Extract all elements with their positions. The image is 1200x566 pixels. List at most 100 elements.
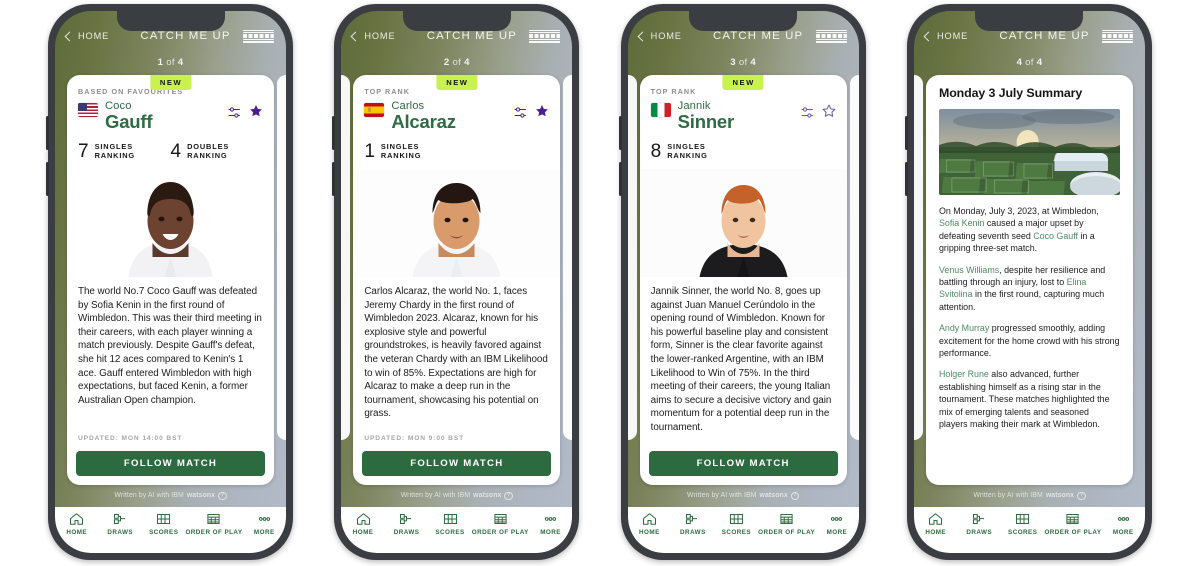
next-card-peek[interactable] bbox=[563, 75, 573, 440]
watsonx-credit: Written by AI with IBM watsonx ? bbox=[55, 485, 286, 508]
tab-more[interactable]: MORE bbox=[243, 512, 286, 536]
card-carousel-2[interactable]: NEW TOP RANK Carlos Alcaraz 1 SINGLES RA… bbox=[341, 75, 573, 485]
player-card-gauff[interactable]: NEW BASED ON FAVOURITES Coco Gauff 7 SIN… bbox=[67, 75, 274, 485]
pager-current: 4 bbox=[1016, 57, 1023, 68]
tab-order-of-play[interactable]: ORDER OF PLAY bbox=[185, 512, 242, 536]
summary-card[interactable]: Monday 3 July Summary On Monday, July 3,… bbox=[925, 75, 1133, 485]
player-link-coco-gauff[interactable]: Coco Gauff bbox=[1033, 231, 1078, 241]
next-card-peek[interactable] bbox=[849, 75, 859, 440]
tab-draws[interactable]: DRAWS bbox=[671, 512, 714, 536]
tab-home[interactable]: HOME bbox=[55, 512, 98, 536]
pager-2: 2 of 4 bbox=[341, 51, 572, 75]
credit-prefix: Written by AI with IBM bbox=[973, 492, 1043, 500]
star-outline-icon[interactable] bbox=[822, 104, 836, 123]
tab-label: MORE bbox=[540, 529, 561, 536]
pager-4: 4 of 4 bbox=[914, 51, 1145, 75]
sliders-icon[interactable] bbox=[801, 105, 814, 123]
back-button[interactable]: HOME bbox=[923, 31, 987, 41]
tab-label: SCORES bbox=[435, 529, 465, 536]
tab-label: ORDER OF PLAY bbox=[1044, 529, 1102, 536]
wimbledon-grounds-image bbox=[938, 109, 1120, 195]
ranking-singles: 7 SINGLES RANKING bbox=[78, 142, 171, 161]
tab-more[interactable]: MORE bbox=[1102, 512, 1145, 536]
help-icon[interactable]: ? bbox=[790, 491, 800, 500]
star-filled-icon[interactable] bbox=[535, 104, 549, 123]
player-last-name: Sinner bbox=[677, 111, 735, 133]
tab-order-of-play[interactable]: ORDER OF PLAY bbox=[758, 512, 815, 536]
tab-label: MORE bbox=[253, 529, 275, 536]
follow-match-button[interactable]: FOLLOW MATCH bbox=[648, 450, 838, 476]
pager-current: 1 bbox=[157, 57, 164, 68]
ranking-singles: 8 SINGLES RANKING bbox=[651, 142, 836, 161]
phone-2: HOME CATCH ME UP 2 of 4 NEW TOP RANK Car… bbox=[332, 4, 580, 560]
text-run: On Monday, July 3, 2023, at Wimbledon, bbox=[938, 206, 1099, 216]
follow-match-button[interactable]: FOLLOW MATCH bbox=[362, 450, 552, 476]
player-name: Coco Gauff bbox=[105, 100, 153, 132]
flag-es-icon bbox=[364, 103, 385, 117]
tab-more[interactable]: MORE bbox=[529, 512, 572, 536]
tab-draws[interactable]: DRAWS bbox=[98, 512, 141, 536]
player-link-holger-rune[interactable]: Holger Rune bbox=[939, 369, 989, 379]
order-of-play-icon bbox=[206, 512, 221, 526]
order-of-play-icon bbox=[493, 512, 508, 526]
prev-card-peek[interactable] bbox=[341, 75, 351, 440]
prev-card-peek[interactable] bbox=[627, 75, 637, 440]
cta-wrap: FOLLOW MATCH bbox=[67, 450, 274, 485]
tab-home[interactable]: HOME bbox=[341, 512, 384, 536]
tab-label: DRAWS bbox=[680, 529, 706, 536]
draws-icon bbox=[685, 512, 700, 526]
back-button[interactable]: HOME bbox=[637, 31, 701, 41]
phone-3-screen: HOME CATCH ME UP 3 of 4 NEW TOP RANK Jan… bbox=[627, 11, 859, 553]
back-button[interactable]: HOME bbox=[350, 31, 414, 41]
tab-draws[interactable]: DRAWS bbox=[385, 512, 428, 536]
tab-order-of-play[interactable]: ORDER OF PLAY bbox=[1044, 512, 1101, 536]
card-carousel-4[interactable]: Monday 3 July Summary On Monday, July 3,… bbox=[913, 75, 1145, 485]
tab-scores[interactable]: SCORES bbox=[715, 512, 758, 536]
sliders-icon[interactable] bbox=[514, 105, 527, 123]
player-link-sofia-kenin[interactable]: Sofia Kenin bbox=[939, 218, 984, 228]
watsonx-credit: Written by AI with IBM watsonx ? bbox=[628, 485, 859, 508]
pager-total: 4 bbox=[464, 57, 470, 68]
order-of-play-icon bbox=[779, 512, 794, 526]
tab-scores[interactable]: SCORES bbox=[1001, 512, 1044, 536]
card-carousel-1[interactable]: NEW BASED ON FAVOURITES Coco Gauff 7 SIN… bbox=[55, 75, 286, 485]
back-label: HOME bbox=[364, 31, 396, 41]
prev-card-peek[interactable] bbox=[913, 75, 923, 440]
notch bbox=[402, 11, 511, 31]
bottom-tabbar: HOME DRAWS SCORES ORDER OF PLAY MORE bbox=[341, 507, 573, 553]
new-badge: NEW bbox=[436, 75, 478, 90]
summary-title: Monday 3 July Summary bbox=[938, 86, 1083, 100]
card-actions bbox=[801, 101, 836, 123]
sliders-icon[interactable] bbox=[228, 105, 241, 123]
follow-match-button[interactable]: FOLLOW MATCH bbox=[76, 450, 265, 476]
phone-4-screen: HOME CATCH ME UP 4 of 4 Monday 3 July Su… bbox=[913, 11, 1145, 553]
help-icon[interactable]: ? bbox=[218, 491, 227, 500]
next-card-peek[interactable] bbox=[277, 75, 286, 440]
tab-scores[interactable]: SCORES bbox=[142, 512, 185, 536]
tab-home[interactable]: HOME bbox=[628, 512, 671, 536]
help-icon[interactable]: ? bbox=[1077, 491, 1086, 500]
tab-label: ORDER OF PLAY bbox=[471, 529, 529, 536]
player-link-andy-murray[interactable]: Andy Murray bbox=[939, 323, 989, 333]
ranking-label: DOUBLES RANKING bbox=[187, 141, 230, 161]
card-carousel-3[interactable]: NEW TOP RANK Jannik Sinner 8 SINGLES RAN… bbox=[627, 75, 859, 485]
notch bbox=[975, 11, 1084, 31]
tab-order-of-play[interactable]: ORDER OF PLAY bbox=[472, 512, 529, 536]
chevron-left-icon bbox=[923, 31, 934, 41]
page-title: CATCH ME UP bbox=[999, 30, 1090, 42]
player-card-alcaraz[interactable]: NEW TOP RANK Carlos Alcaraz 1 SINGLES RA… bbox=[353, 75, 561, 485]
player-link-venus-williams[interactable]: Venus Williams bbox=[939, 265, 999, 275]
scores-icon bbox=[729, 512, 744, 526]
help-icon[interactable]: ? bbox=[504, 491, 513, 500]
tab-label: ORDER OF PLAY bbox=[185, 529, 243, 536]
back-button[interactable]: HOME bbox=[64, 31, 128, 41]
home-icon bbox=[69, 512, 84, 526]
tab-scores[interactable]: SCORES bbox=[428, 512, 471, 536]
tab-more[interactable]: MORE bbox=[815, 512, 858, 536]
tab-home[interactable]: HOME bbox=[914, 512, 957, 536]
tab-draws[interactable]: DRAWS bbox=[957, 512, 1000, 536]
star-filled-icon[interactable] bbox=[249, 104, 263, 123]
pager-current: 2 bbox=[443, 57, 450, 68]
credit-prefix: Written by AI with IBM bbox=[400, 492, 471, 500]
player-card-sinner[interactable]: NEW TOP RANK Jannik Sinner 8 SINGLES RAN… bbox=[639, 75, 847, 485]
